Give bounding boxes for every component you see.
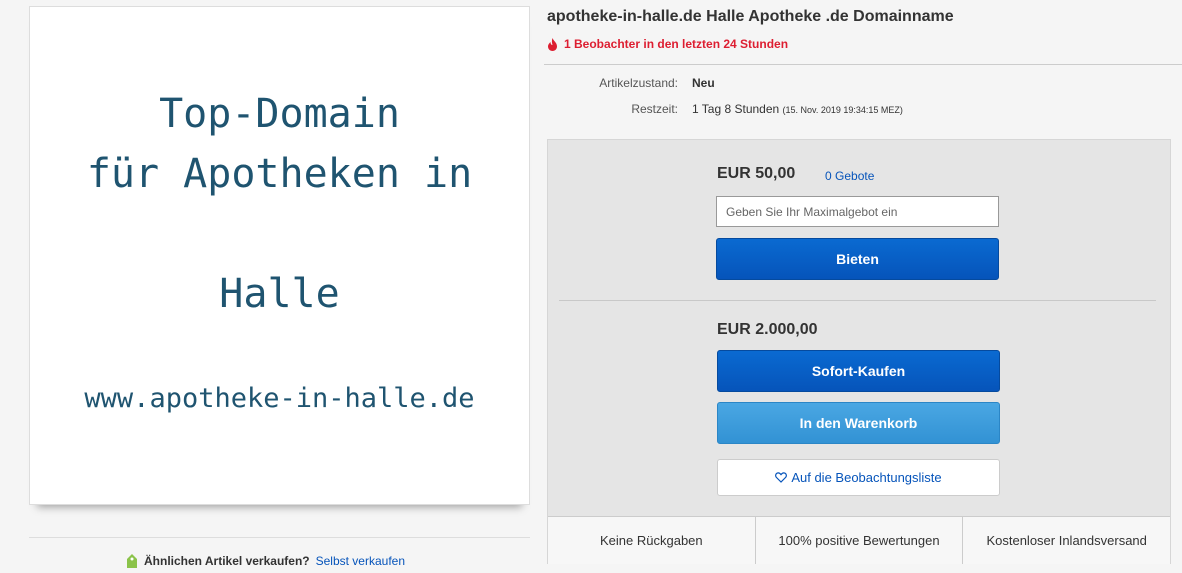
item-image[interactable]: Top-Domain für Apotheken in Halle www.ap… [29, 6, 530, 505]
time-value: 1 Tag 8 Stunden [692, 102, 780, 116]
feature-ratings: 100% positive Bewertungen [756, 517, 964, 564]
sell-similar-row: Ähnlichen Artikel verkaufen? Selbst verk… [126, 553, 405, 569]
end-date: (15. Nov. 2019 19:34:15 MEZ) [782, 105, 903, 115]
watchlist-label: Auf die Beobachtungsliste [791, 470, 942, 485]
heart-icon [775, 472, 788, 483]
current-bid-price: EUR 50,00 [717, 165, 796, 182]
max-bid-input[interactable] [716, 196, 999, 227]
sell-link[interactable]: Selbst verkaufen [316, 554, 405, 568]
buy-now-price: EUR 2.000,00 [717, 321, 818, 338]
sell-question: Ähnlichen Artikel verkaufen? [144, 554, 310, 568]
feature-returns: Keine Rückgaben [548, 517, 756, 564]
divider [544, 64, 1182, 65]
promo-url: www.apotheke-in-halle.de [84, 383, 475, 414]
promo-line-1: Top-Domain [159, 91, 400, 137]
time-label: Restzeit: [631, 102, 678, 116]
add-to-cart-button[interactable]: In den Warenkorb [717, 402, 1000, 444]
divider [29, 537, 530, 538]
bid-count-link[interactable]: 0 Gebote [825, 169, 874, 183]
condition-value: Neu [692, 76, 715, 90]
feature-row: Keine Rückgaben 100% positive Bewertunge… [548, 516, 1170, 564]
tag-icon [127, 554, 137, 568]
promo-line-2: für Apotheken in [86, 151, 473, 197]
promo-line-3: Halle [219, 271, 340, 317]
watchers-text: 1 Beobachter in den letzten 24 Stunden [564, 37, 789, 51]
condition-label: Artikelzustand: [599, 76, 678, 90]
buy-now-button[interactable]: Sofort-Kaufen [717, 350, 1000, 392]
listing-title: apotheke-in-halle.de Halle Apotheke .de … [547, 8, 954, 25]
divider [559, 300, 1156, 301]
add-to-watchlist-button[interactable]: Auf die Beobachtungsliste [717, 459, 1000, 496]
flame-icon [548, 37, 557, 51]
watchers-notice: 1 Beobachter in den letzten 24 Stunden [547, 37, 788, 51]
time-remaining: 1 Tag 8 Stunden (15. Nov. 2019 19:34:15 … [692, 102, 903, 116]
bid-button[interactable]: Bieten [716, 238, 999, 280]
feature-shipping: Kostenloser Inlandsversand [986, 533, 1147, 548]
